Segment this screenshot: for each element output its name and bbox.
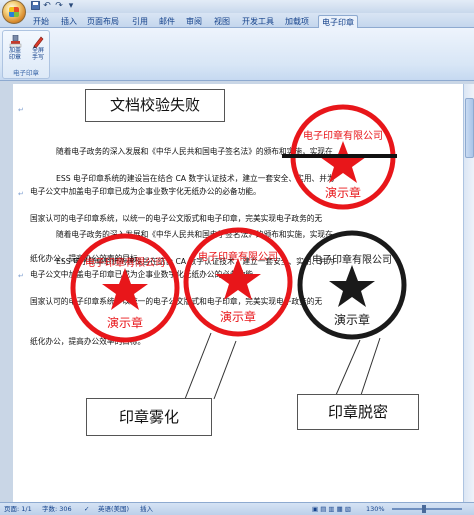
seal-bottom-left: 电子印章有限公司 演示章: [70, 233, 180, 343]
callout-verify-failed: 文档校验失败: [85, 89, 225, 122]
seal-bottom-right-arc-text: 电子印章有限公司: [312, 253, 392, 266]
seal-bottom-right-black: 电子印章有限公司 演示章: [297, 230, 407, 340]
callout-seal-fogged: 印章雾化: [86, 398, 212, 436]
seal-star-icon: [102, 268, 148, 310]
seal-bottom-left-label: 演示章: [107, 315, 143, 330]
seal-star-icon: [215, 258, 261, 300]
seal-bottom-middle: 电子印章有限公司 演示章: [183, 227, 293, 337]
seal-bottom-right-label: 演示章: [334, 312, 370, 327]
seal-strike-line: [282, 154, 397, 158]
seal-star-icon: [329, 265, 375, 307]
seal-bottom-middle-label: 演示章: [220, 309, 256, 324]
seal-bottom-left-arc-text: 电子印章有限公司: [85, 256, 165, 269]
seal-star-icon: [320, 141, 366, 183]
callout-seal-obscured: 印章脱密: [297, 394, 419, 430]
seal-top-right-label: 演示章: [325, 185, 361, 200]
seal-top-right-arc-text: 电子印章有限公司: [303, 129, 383, 142]
